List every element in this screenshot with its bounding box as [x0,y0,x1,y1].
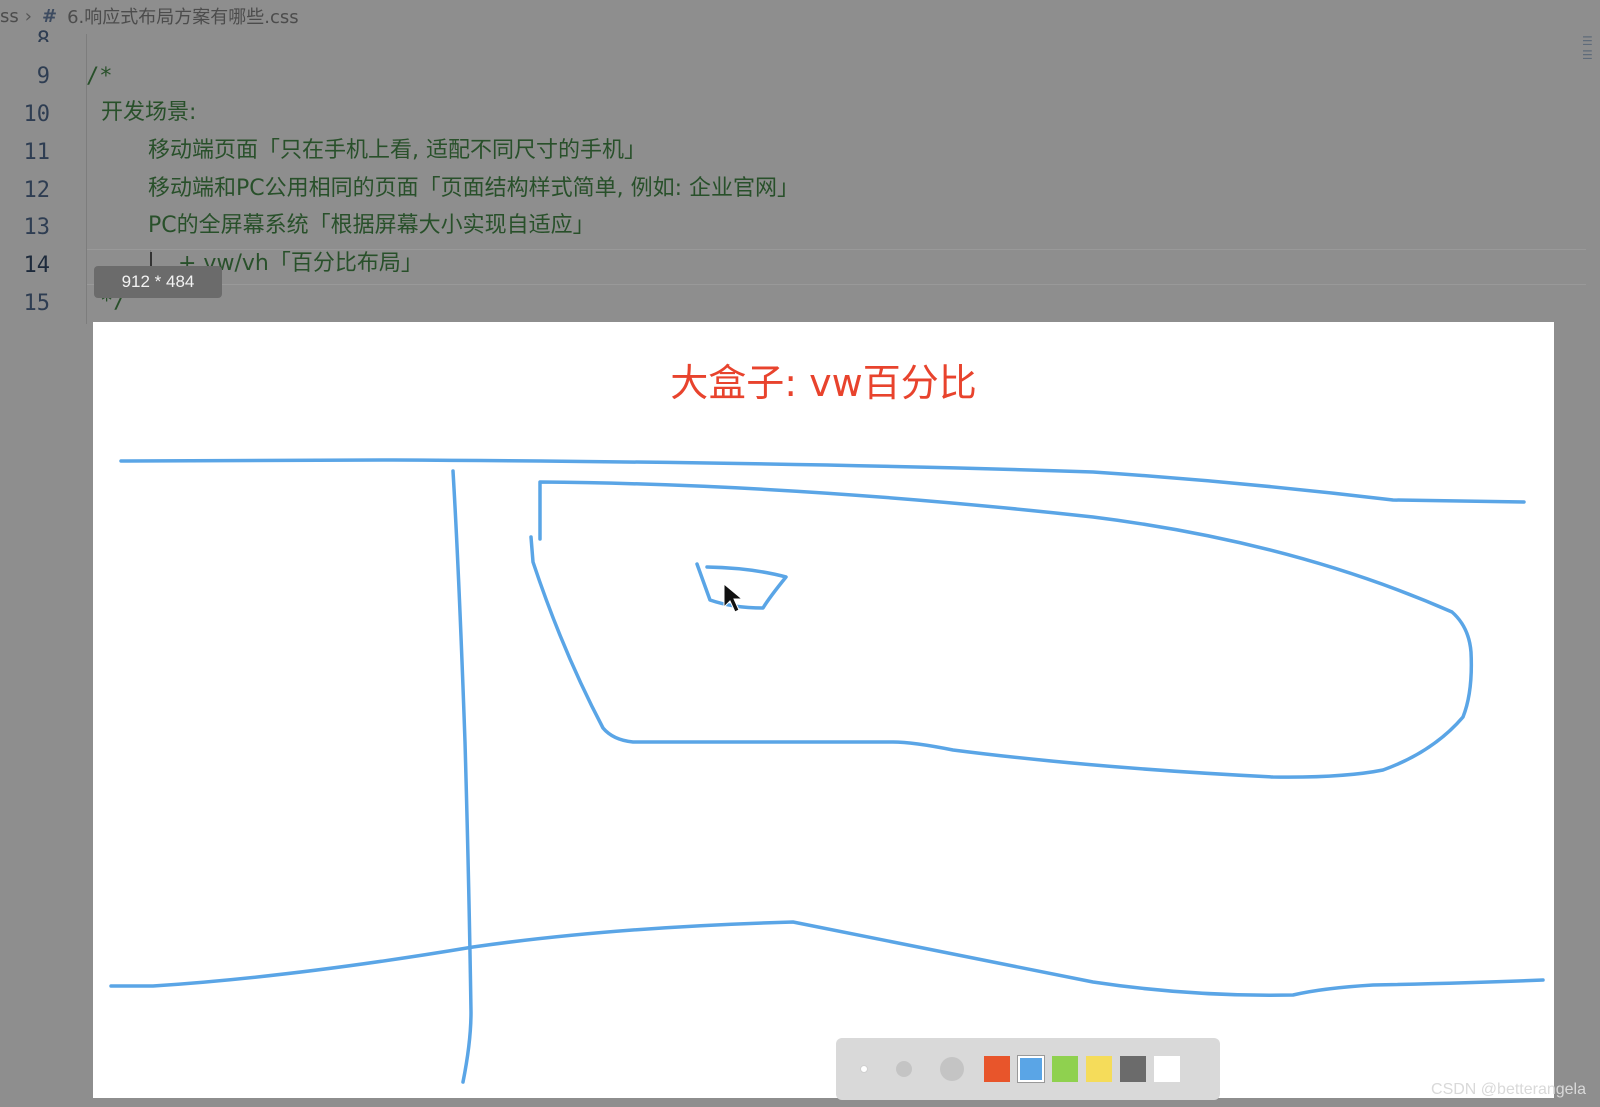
css-file-icon: # [41,5,58,27]
stroke-box-top-left [529,480,1474,779]
color-swatch-yellow[interactable] [1086,1056,1112,1082]
color-swatch-white[interactable] [1154,1056,1180,1082]
chevron-right-icon: › [24,5,32,27]
line-number: 8 [36,28,50,42]
color-swatch-green[interactable] [1052,1056,1078,1082]
breadcrumb-parent[interactable]: ss [0,6,19,27]
brush-size-medium-button[interactable] [896,1061,912,1077]
stroke-small-shape [695,562,788,610]
stroke-vertical-line [451,469,473,1084]
code-line-12[interactable]: 移动端和PC公用相同的页面「页面结构样式简单, 例如: 企业官网」 [148,178,799,200]
whiteboard-canvas[interactable]: 大盒子: vw百分比 [93,322,1554,1098]
line-number: 12 [23,178,51,203]
brush-size-large-button[interactable] [940,1057,964,1081]
breadcrumb-file-name[interactable]: 6.响应式布局方案有哪些.css [67,3,299,29]
line-number: 13 [23,215,51,240]
freehand-drawing [109,458,1545,1084]
code-line-11[interactable]: 移动端页面「只在手机上看, 适配不同尺寸的手机」 [148,140,646,162]
code-line-13[interactable]: PC的全屏幕系统「根据屏幕大小实现自适应」 [148,215,595,237]
line-number-active: 14 [23,253,51,278]
watermark: CSDN @betterangela [1431,1081,1586,1098]
line-number: 10 [23,102,51,127]
color-swatch-orange[interactable] [984,1056,1010,1082]
color-swatch-gray[interactable] [1120,1056,1146,1082]
stroke-bottom-line [109,920,1545,997]
code-line-9[interactable]: /* [86,66,113,88]
code-line-10[interactable]: 开发场景: [101,102,196,124]
brush-size-small-button[interactable] [860,1065,868,1073]
color-swatch-blue[interactable] [1017,1055,1045,1083]
stroke-top-line [119,458,1526,504]
line-number: 9 [36,64,50,89]
line-number: 11 [23,140,51,165]
size-tooltip: 912 * 484 [94,266,222,298]
minimap[interactable]: ☰ ☰ [1582,34,1598,84]
annotation-toolbar [836,1038,1220,1100]
line-number: 15 [23,291,51,316]
